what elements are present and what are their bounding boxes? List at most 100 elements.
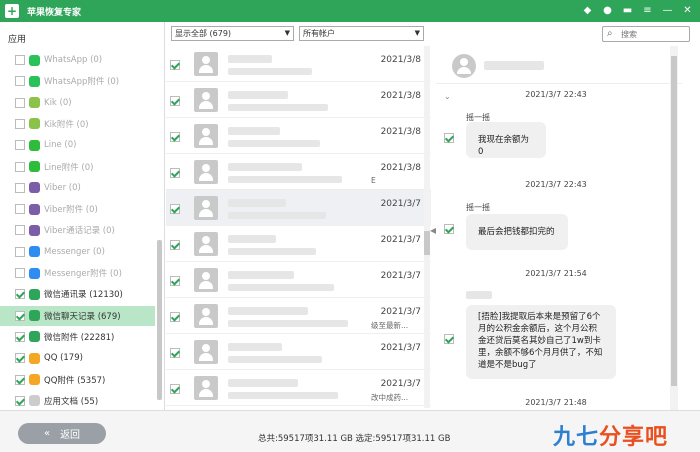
account-filter-select[interactable]: 所有帐户 ▼ xyxy=(299,26,424,41)
sidebar-item[interactable]: 微信通讯录 (12130) xyxy=(0,284,155,304)
contact-row[interactable]: 2021/3/8 xyxy=(166,46,431,82)
contact-date: 2021/3/8 xyxy=(380,127,421,137)
sidebar-item-checkbox[interactable] xyxy=(15,204,25,215)
sidebar-item-checkbox[interactable] xyxy=(15,161,25,172)
search-box[interactable]: ⌕ xyxy=(602,26,690,42)
app-logo-icon: + xyxy=(5,4,19,18)
status-text: 总共:59517项31.11 GB 选定:59517项31.11 GB xyxy=(258,434,451,444)
sidebar-item[interactable]: Line (0) xyxy=(0,135,155,155)
contact-date: 2021/3/7 xyxy=(380,307,421,317)
sidebar-item-checkbox[interactable] xyxy=(15,97,25,108)
sidebar-item-label: 微信聊天记录 (679) xyxy=(44,311,121,322)
sidebar-item-checkbox[interactable] xyxy=(15,225,25,236)
minimize-icon[interactable]: — xyxy=(661,4,674,17)
sidebar-item[interactable]: Line附件 (0) xyxy=(0,157,155,177)
chevron-down-icon: ▼ xyxy=(414,29,420,37)
close-icon[interactable]: ✕ xyxy=(681,4,694,17)
contact-row[interactable]: 2021/3/7 级至最新... xyxy=(166,298,431,334)
sidebar-item[interactable]: 应用文档 (55) xyxy=(0,391,155,411)
sidebar-item[interactable]: WhatsApp (0) xyxy=(0,50,155,70)
sidebar-item-label: Kik (0) xyxy=(44,97,72,108)
message-bubble: 最后会把钱都扣完的 xyxy=(466,214,568,250)
blurred-name xyxy=(228,343,282,351)
sidebar-item-checkbox[interactable] xyxy=(15,374,25,385)
app-icon xyxy=(29,395,40,407)
sidebar-item[interactable]: 微信附件 (22281) xyxy=(0,327,155,347)
contact-avatar xyxy=(194,340,218,364)
contact-checkbox[interactable] xyxy=(170,132,180,142)
app-icon xyxy=(29,374,40,385)
sidebar-item-label: Line附件 (0) xyxy=(44,162,94,173)
menu-icon[interactable]: ≡ xyxy=(641,4,654,17)
chat-scroll-thumb[interactable] xyxy=(671,56,677,386)
sidebar-item-label: Messenger (0) xyxy=(44,246,105,257)
contact-checkbox[interactable] xyxy=(170,204,180,214)
sidebar-item[interactable]: Viber通话记录 (0) xyxy=(0,220,155,240)
chat-scrollbar[interactable] xyxy=(670,46,678,410)
blurred-preview xyxy=(228,176,342,183)
sidebar-item-label: Viber (0) xyxy=(44,182,81,193)
sidebar-item-checkbox[interactable] xyxy=(15,395,25,406)
account-filter-value: 所有帐户 xyxy=(303,29,335,38)
sidebar-item-label: Kik附件 (0) xyxy=(44,119,89,130)
search-input[interactable] xyxy=(621,28,685,40)
contact-checkbox[interactable] xyxy=(170,384,180,394)
sidebar-item-checkbox[interactable] xyxy=(15,246,25,257)
contact-checkbox[interactable] xyxy=(170,240,180,250)
contact-row[interactable]: 2021/3/7 xyxy=(166,226,431,262)
sidebar-item[interactable]: WhatsApp附件 (0) xyxy=(0,71,155,91)
contact-avatar xyxy=(194,232,218,256)
sidebar-item[interactable]: Kik (0) xyxy=(0,93,155,113)
diamond-icon[interactable]: ◆ xyxy=(581,4,594,17)
message-checkbox[interactable] xyxy=(444,133,454,143)
contact-avatar xyxy=(194,268,218,292)
sidebar-item[interactable]: Messenger附件 (0) xyxy=(0,263,155,283)
sidebar-item[interactable]: Kik附件 (0) xyxy=(0,114,155,134)
back-button[interactable]: « 返回 xyxy=(18,423,106,444)
feedback-icon[interactable]: ▬ xyxy=(621,4,634,17)
sidebar-item[interactable]: Viber附件 (0) xyxy=(0,199,155,219)
contact-row[interactable]: 2021/3/7 xyxy=(166,190,431,226)
blurred-name xyxy=(228,379,298,387)
app-icon xyxy=(29,352,40,364)
contact-avatar xyxy=(194,376,218,400)
message-checkbox[interactable] xyxy=(444,334,454,344)
show-filter-select[interactable]: 显示全部 (679) ▼ xyxy=(171,26,294,41)
sidebar-item[interactable]: 微信聊天记录 (679) xyxy=(0,305,155,326)
contact-row[interactable]: 2021/3/7 改中成药... xyxy=(166,370,431,406)
message-checkbox[interactable] xyxy=(444,224,454,234)
sidebar-scrollbar[interactable] xyxy=(157,240,162,400)
contact-checkbox[interactable] xyxy=(170,348,180,358)
contact-row[interactable]: 2021/3/8 xyxy=(166,118,431,154)
sidebar-item-checkbox[interactable] xyxy=(15,353,25,364)
sidebar-item-checkbox[interactable] xyxy=(15,182,25,193)
app-icon xyxy=(29,224,40,236)
sidebar-item-checkbox[interactable] xyxy=(15,55,25,65)
blurred-preview xyxy=(228,248,316,255)
sidebar-item-checkbox[interactable] xyxy=(15,76,25,87)
user-icon[interactable]: ● xyxy=(601,4,614,17)
sidebar-item[interactable]: Messenger (0) xyxy=(0,242,155,262)
contact-checkbox[interactable] xyxy=(170,96,180,106)
sidebar-item[interactable]: Viber (0) xyxy=(0,178,155,198)
sidebar-item-checkbox[interactable] xyxy=(15,331,25,342)
sidebar-item-checkbox[interactable] xyxy=(15,310,25,321)
sidebar-item-checkbox[interactable] xyxy=(15,289,25,300)
sidebar-item-checkbox[interactable] xyxy=(15,268,25,278)
chevron-down-icon: ▼ xyxy=(284,29,290,37)
contact-row[interactable]: 2021/3/7 xyxy=(166,262,431,298)
contact-row[interactable]: 2021/3/8 E xyxy=(166,154,431,190)
contact-checkbox[interactable] xyxy=(170,276,180,286)
blurred-name xyxy=(228,127,280,135)
contact-row[interactable]: 2021/3/7 xyxy=(166,334,431,370)
contact-avatar xyxy=(194,88,218,112)
sidebar-item-checkbox[interactable] xyxy=(15,140,25,151)
sidebar-item[interactable]: QQ (179) xyxy=(0,348,155,368)
contact-avatar xyxy=(194,304,218,328)
sidebar-item[interactable]: QQ附件 (5357) xyxy=(0,370,155,390)
sidebar-item-checkbox[interactable] xyxy=(15,118,25,129)
contact-checkbox[interactable] xyxy=(170,168,180,178)
contact-checkbox[interactable] xyxy=(170,60,180,70)
contact-checkbox[interactable] xyxy=(170,312,180,322)
contact-row[interactable]: 2021/3/8 xyxy=(166,82,431,118)
